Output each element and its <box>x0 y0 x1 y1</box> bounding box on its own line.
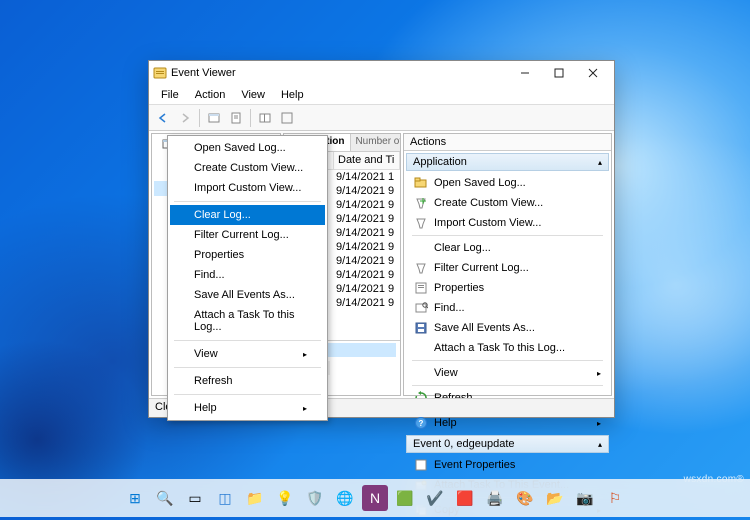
ctx-view[interactable]: View▸ <box>170 344 325 364</box>
chevron-up-icon: ▴ <box>598 440 602 449</box>
toolbar-icon-2[interactable] <box>226 108 246 128</box>
menu-file[interactable]: File <box>153 87 187 103</box>
ctx-help[interactable]: Help▸ <box>170 398 325 418</box>
taskbar-search-icon[interactable]: 🔍 <box>152 485 178 511</box>
taskbar-mail-icon[interactable]: ⚐ <box>602 485 628 511</box>
taskbar-paint-icon[interactable]: 🎨 <box>512 485 538 511</box>
action-clear-log[interactable]: Clear Log... <box>404 238 611 258</box>
ctx-create-custom-view[interactable]: Create Custom View... <box>170 158 325 178</box>
menubar: File Action View Help <box>149 85 614 105</box>
action-save-all-events-as[interactable]: Save All Events As... <box>404 318 611 338</box>
action-icon <box>414 458 428 472</box>
action-icon <box>414 261 428 275</box>
taskbar-explorer-icon[interactable]: 📁 <box>242 485 268 511</box>
action-event-properties[interactable]: Event Properties <box>404 455 611 475</box>
menu-action[interactable]: Action <box>187 87 234 103</box>
action-import-custom-view[interactable]: Import Custom View... <box>404 213 611 233</box>
submenu-arrow-icon: ▸ <box>303 404 307 413</box>
submenu-arrow-icon: ▸ <box>597 419 601 428</box>
submenu-arrow-icon: ▸ <box>303 350 307 359</box>
action-icon <box>414 216 428 230</box>
submenu-arrow-icon: ▸ <box>597 369 601 378</box>
action-icon <box>414 241 428 255</box>
taskbar-folder2-icon[interactable]: 📂 <box>542 485 568 511</box>
section-application[interactable]: Application▴ <box>406 153 609 171</box>
taskbar-app-v-icon[interactable]: ✔️ <box>422 485 448 511</box>
action-icon: ? <box>414 416 428 430</box>
col-date[interactable]: Date and Ti <box>334 152 400 169</box>
taskbar-widgets-icon[interactable]: ◫ <box>212 485 238 511</box>
ctx-refresh[interactable]: Refresh <box>170 371 325 391</box>
minimize-button[interactable] <box>508 62 542 84</box>
action-icon <box>414 321 428 335</box>
chevron-up-icon: ▴ <box>598 158 602 167</box>
ctx-save-all-events-as[interactable]: Save All Events As... <box>170 285 325 305</box>
ctx-open-saved-log[interactable]: Open Saved Log... <box>170 138 325 158</box>
action-icon <box>414 176 428 190</box>
menu-help[interactable]: Help <box>273 87 312 103</box>
taskbar-start-icon[interactable]: ⊞ <box>122 485 148 511</box>
close-button[interactable] <box>576 62 610 84</box>
taskbar-onenote-icon[interactable]: N <box>362 485 388 511</box>
taskbar-app-r-icon[interactable]: 🟥 <box>452 485 478 511</box>
forward-button[interactable] <box>175 108 195 128</box>
taskbar-shield-icon[interactable]: 🛡️ <box>302 485 328 511</box>
app-icon <box>153 66 167 80</box>
action-filter-current-log[interactable]: Filter Current Log... <box>404 258 611 278</box>
actions-pane: Actions Application▴ Open Saved Log...Cr… <box>403 133 612 396</box>
action-attach-a-task-to-this-log[interactable]: Attach a Task To this Log... <box>404 338 611 358</box>
ctx-properties[interactable]: Properties <box>170 245 325 265</box>
taskbar-app-g-icon[interactable]: 🟩 <box>392 485 418 511</box>
event-count-label: Number of events <box>351 134 400 151</box>
action-open-saved-log[interactable]: Open Saved Log... <box>404 173 611 193</box>
action-properties[interactable]: Properties <box>404 278 611 298</box>
action-icon <box>414 196 428 210</box>
ctx-import-custom-view[interactable]: Import Custom View... <box>170 178 325 198</box>
back-button[interactable] <box>153 108 173 128</box>
taskbar-lightbulb-icon[interactable]: 💡 <box>272 485 298 511</box>
action-view[interactable]: View▸ <box>404 363 611 383</box>
taskbar-edge-icon[interactable]: 🌐 <box>332 485 358 511</box>
taskbar-task-view-icon[interactable]: ▭ <box>182 485 208 511</box>
taskbar: ⊞🔍▭◫📁💡🛡️🌐N🟩✔️🟥🖨️🎨📂📷⚐ <box>0 479 750 517</box>
menu-view[interactable]: View <box>233 87 273 103</box>
window-title: Event Viewer <box>171 67 508 79</box>
action-icon <box>414 281 428 295</box>
section-event[interactable]: Event 0, edgeupdate▴ <box>406 435 609 453</box>
ctx-filter-current-log[interactable]: Filter Current Log... <box>170 225 325 245</box>
action-icon <box>414 366 428 380</box>
action-icon <box>414 341 428 355</box>
actions-title: Actions <box>404 134 611 151</box>
maximize-button[interactable] <box>542 62 576 84</box>
toolbar-icon-4[interactable] <box>277 108 297 128</box>
action-icon <box>414 301 428 315</box>
toolbar-icon-3[interactable] <box>255 108 275 128</box>
ctx-find[interactable]: Find... <box>170 265 325 285</box>
titlebar[interactable]: Event Viewer <box>149 61 614 85</box>
action-find[interactable]: Find... <box>404 298 611 318</box>
context-menu: Open Saved Log...Create Custom View...Im… <box>167 135 328 421</box>
ctx-clear-log[interactable]: Clear Log... <box>170 205 325 225</box>
action-create-custom-view[interactable]: Create Custom View... <box>404 193 611 213</box>
taskbar-printer-icon[interactable]: 🖨️ <box>482 485 508 511</box>
svg-text:?: ? <box>419 419 424 428</box>
toolbar-icon-1[interactable] <box>204 108 224 128</box>
ctx-attach-a-task-to-this-log[interactable]: Attach a Task To this Log... <box>170 305 325 337</box>
taskbar-camera-icon[interactable]: 📷 <box>572 485 598 511</box>
tree-toggle-icon[interactable] <box>154 139 160 148</box>
toolbar <box>149 105 614 131</box>
